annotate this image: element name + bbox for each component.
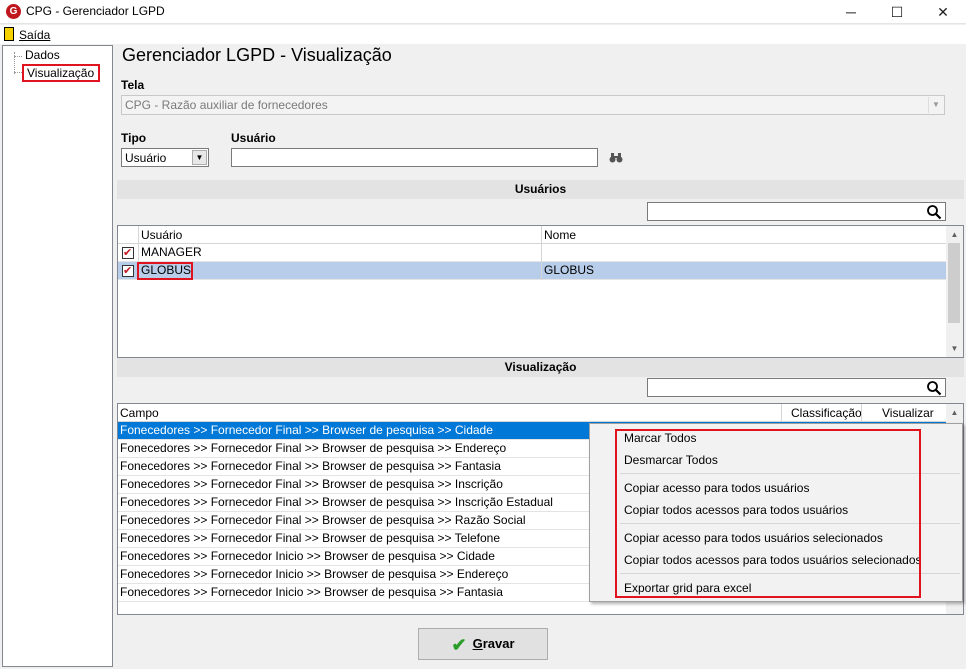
column-separator	[541, 262, 542, 280]
page-title: Gerenciador LGPD - Visualização	[122, 45, 392, 65]
visualizacao-search-input[interactable]	[647, 378, 946, 397]
close-button[interactable]: ✕	[920, 0, 966, 24]
tipo-label: Tipo	[121, 131, 147, 145]
row-checkbox[interactable]	[122, 245, 134, 262]
column-header-visualizar[interactable]: Visualizar	[882, 404, 934, 422]
usuario-label: Usuário	[231, 131, 276, 145]
cell-campo: Fonecedores >> Fornecedor Inicio >> Brow…	[120, 585, 503, 599]
usuarios-section-header: Usuários	[117, 180, 964, 199]
tree-connector	[14, 72, 22, 73]
column-separator	[138, 226, 139, 244]
cell-campo: Fonecedores >> Fornecedor Final >> Brows…	[120, 459, 501, 473]
table-row[interactable]: MANAGER	[118, 244, 946, 262]
checkmark-icon: ✔	[451, 634, 467, 655]
save-button[interactable]: ✔ Gravar	[418, 628, 548, 660]
save-button-accel: G	[472, 636, 483, 651]
scrollbar-thumb[interactable]	[948, 243, 960, 323]
column-header-usuario[interactable]: Usuário	[141, 226, 182, 244]
chevron-down-icon[interactable]: ▼	[192, 150, 207, 165]
tipo-select[interactable]: Usuário ▼	[121, 148, 209, 167]
window-title: CPG - Gerenciador LGPD	[26, 4, 165, 18]
save-button-label: ravar	[482, 636, 515, 651]
cell-usuario: MANAGER	[141, 245, 202, 259]
cell-campo: Fonecedores >> Fornecedor Inicio >> Brow…	[120, 567, 509, 581]
usuarios-search-input[interactable]	[647, 202, 946, 221]
chevron-down-icon[interactable]: ▼	[928, 97, 943, 113]
globus-highlight-box	[137, 262, 193, 280]
table-row[interactable]: GLOBUS GLOBUS	[118, 262, 946, 280]
context-menu-highlight-box	[615, 429, 921, 598]
column-separator	[541, 226, 542, 244]
scroll-down-icon[interactable]: ▼	[946, 340, 963, 357]
scroll-up-icon[interactable]: ▲	[946, 226, 963, 243]
tree-item-visualizacao[interactable]: Visualização	[22, 64, 100, 82]
minimize-button[interactable]: ─	[828, 0, 874, 24]
column-separator	[861, 404, 862, 422]
users-grid-scrollbar[interactable]: ▲ ▼	[946, 226, 963, 357]
column-header-campo[interactable]: Campo	[120, 404, 159, 422]
users-grid: Usuário Nome MANAGER GLOBUS GLOBUS ▲ ▼	[117, 225, 964, 358]
search-icon[interactable]	[926, 204, 942, 220]
binoculars-icon[interactable]	[609, 153, 623, 163]
cell-campo: Fonecedores >> Fornecedor Final >> Brows…	[120, 495, 553, 509]
tree-item-dados[interactable]: Dados	[25, 48, 60, 62]
column-separator	[541, 244, 542, 262]
cell-campo: Fonecedores >> Fornecedor Final >> Brows…	[120, 441, 507, 455]
column-separator	[138, 244, 139, 262]
tipo-select-value: Usuário	[125, 151, 167, 165]
cell-nome: GLOBUS	[544, 263, 595, 277]
cell-campo: Fonecedores >> Fornecedor Final >> Brows…	[120, 423, 493, 437]
row-checkbox[interactable]	[122, 263, 134, 280]
tree-connector	[14, 56, 22, 57]
vis-grid-header: Campo Classificação Visualizar	[118, 404, 946, 422]
users-grid-header: Usuário Nome	[118, 226, 946, 244]
exit-door-icon	[4, 27, 14, 41]
column-header-nome[interactable]: Nome	[544, 226, 576, 244]
menu-exit[interactable]: Saída	[19, 28, 50, 42]
tela-select-value: CPG - Razão auxiliar de fornecedores	[125, 98, 328, 112]
search-icon[interactable]	[926, 380, 942, 396]
title-bar: G CPG - Gerenciador LGPD ─ ☐ ✕	[0, 0, 966, 24]
maximize-button[interactable]: ☐	[874, 0, 920, 24]
cell-campo: Fonecedores >> Fornecedor Final >> Brows…	[120, 477, 503, 491]
usuario-input[interactable]	[231, 148, 598, 167]
tela-label: Tela	[121, 78, 145, 92]
visualizacao-section-header: Visualização	[117, 358, 964, 377]
column-separator	[781, 404, 782, 422]
column-header-classificacao[interactable]: Classificação	[791, 404, 862, 422]
cell-campo: Fonecedores >> Fornecedor Final >> Brows…	[120, 513, 526, 527]
tela-select[interactable]: CPG - Razão auxiliar de fornecedores ▼	[121, 95, 945, 115]
scroll-up-icon[interactable]: ▲	[946, 404, 963, 421]
navigation-tree: Dados Visualização	[2, 45, 113, 667]
cell-campo: Fonecedores >> Fornecedor Inicio >> Brow…	[120, 549, 495, 563]
app-logo-icon: G	[6, 4, 21, 19]
menu-bar: Saída	[0, 25, 966, 44]
cell-campo: Fonecedores >> Fornecedor Final >> Brows…	[120, 531, 501, 545]
